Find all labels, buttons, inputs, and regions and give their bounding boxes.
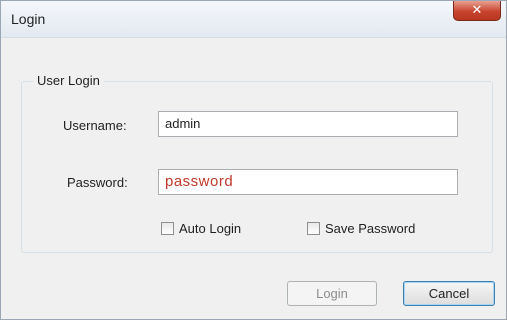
close-icon: ✕ <box>471 2 483 17</box>
user-login-legend: User Login <box>33 73 104 88</box>
cancel-button[interactable]: Cancel <box>403 281 495 306</box>
title-bar[interactable]: Login ✕ <box>1 1 506 38</box>
close-button[interactable]: ✕ <box>453 1 501 21</box>
window-title: Login <box>11 11 46 27</box>
save-password-label[interactable]: Save Password <box>325 221 415 236</box>
login-dialog: Login ✕ User Login Username: admin Passw… <box>0 0 507 320</box>
password-label: Password: <box>67 175 128 190</box>
auto-login-label[interactable]: Auto Login <box>179 221 241 236</box>
username-label: Username: <box>63 118 127 133</box>
username-field[interactable]: admin <box>158 111 458 137</box>
save-password-checkbox[interactable] <box>307 222 320 235</box>
user-login-group <box>21 81 493 253</box>
login-button[interactable]: Login <box>287 281 377 306</box>
password-field[interactable]: password <box>158 169 458 195</box>
auto-login-checkbox[interactable] <box>161 222 174 235</box>
